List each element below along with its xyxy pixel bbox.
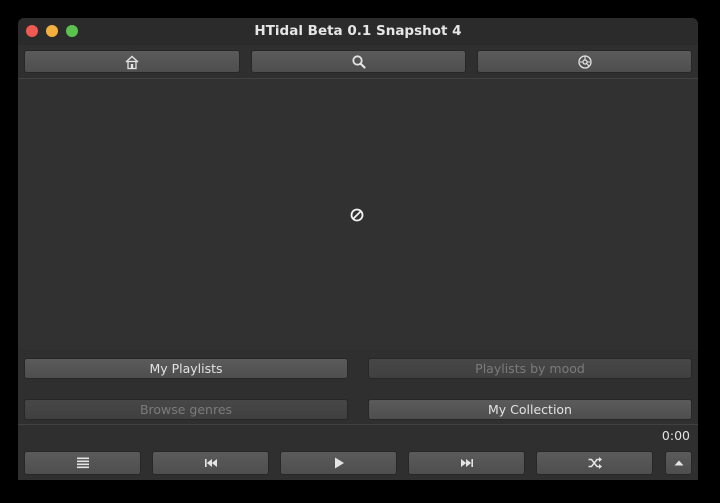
queue-button[interactable] — [24, 451, 141, 475]
title-bar: HTidal Beta 0.1 Snapshot 4 — [18, 18, 698, 45]
home-button[interactable] — [24, 50, 240, 73]
dashboard-button[interactable] — [477, 50, 692, 73]
no-entry-icon — [349, 207, 365, 223]
player-divider — [18, 424, 698, 425]
browse-genres-button[interactable]: Browse genres — [24, 399, 348, 420]
skip-next-icon — [459, 455, 475, 471]
playlists-by-mood-button[interactable]: Playlists by mood — [368, 358, 692, 379]
home-icon — [124, 54, 140, 70]
window-title: HTidal Beta 0.1 Snapshot 4 — [254, 23, 462, 39]
dashboard-icon — [577, 54, 593, 70]
next-track-button[interactable] — [408, 451, 525, 475]
expand-player-button[interactable] — [665, 451, 692, 475]
previous-track-button[interactable] — [152, 451, 269, 475]
skip-previous-icon — [203, 455, 219, 471]
app-window: HTidal Beta 0.1 Snapshot 4 My Playlists … — [18, 18, 698, 480]
shuffle-icon — [587, 455, 603, 471]
my-playlists-button[interactable]: My Playlists — [24, 358, 348, 379]
play-button[interactable] — [280, 451, 397, 475]
search-icon — [351, 54, 367, 70]
shuffle-button[interactable] — [536, 451, 653, 475]
playback-time: 0:00 — [661, 428, 690, 443]
chevron-up-icon — [673, 457, 685, 469]
play-icon — [331, 455, 347, 471]
list-icon — [75, 455, 91, 471]
search-button[interactable] — [251, 50, 466, 73]
my-collection-button[interactable]: My Collection — [368, 399, 692, 420]
